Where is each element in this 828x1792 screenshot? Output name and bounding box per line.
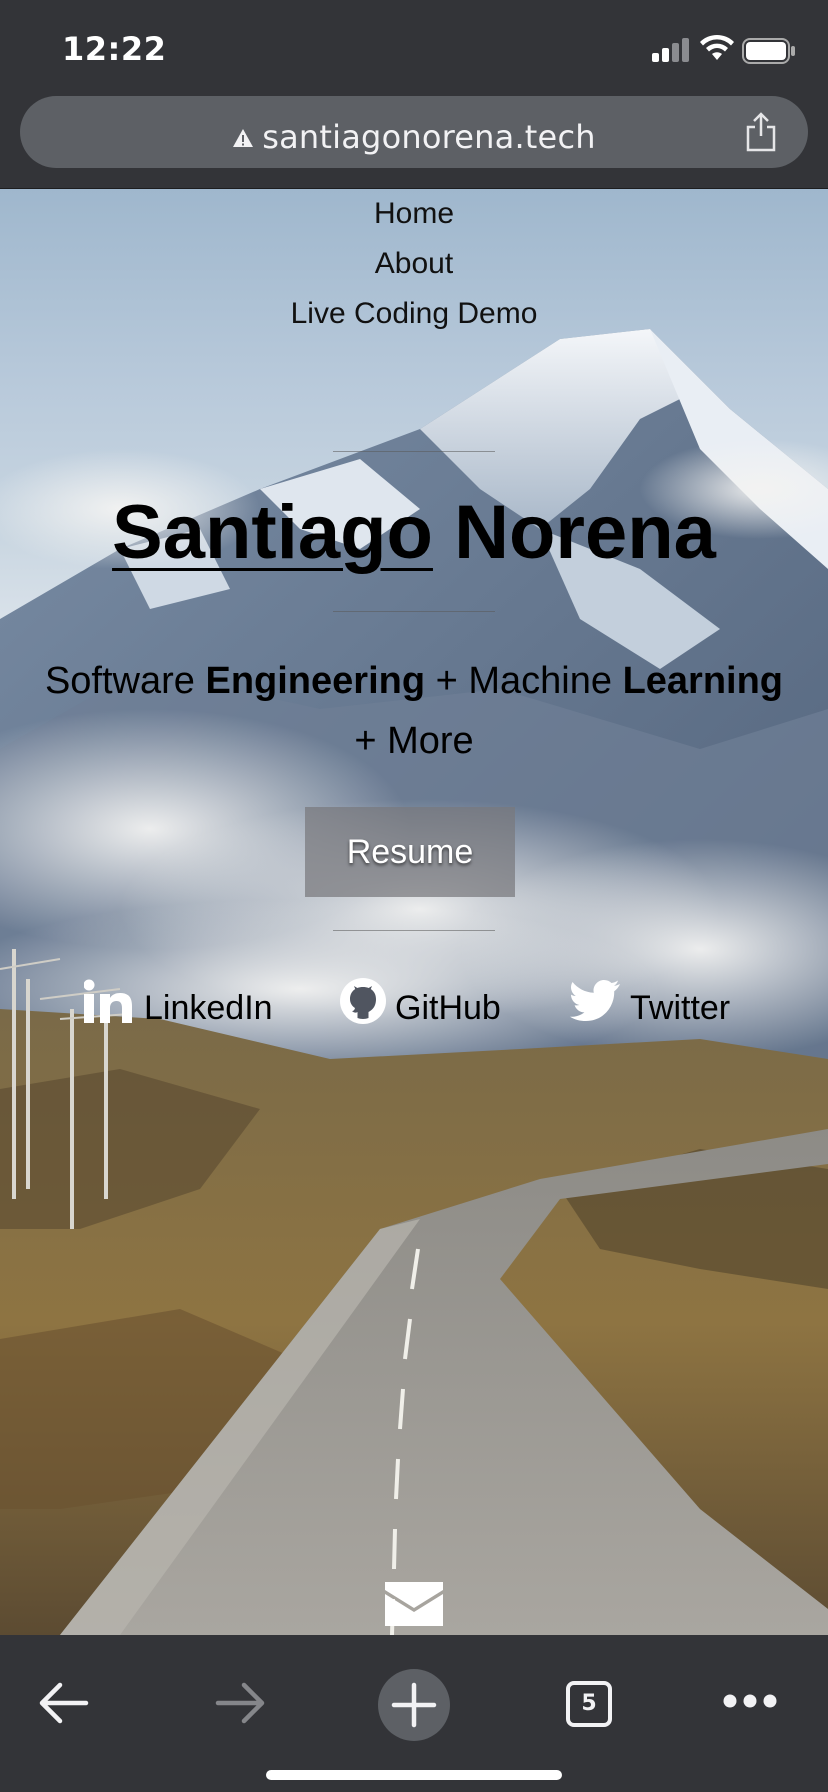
tagline-text: + Machine xyxy=(425,660,623,702)
github-label: GitHub xyxy=(395,989,501,1027)
browser-toolbar: 5 xyxy=(0,1635,828,1792)
divider xyxy=(333,451,495,452)
resume-button[interactable]: Resume xyxy=(305,807,515,897)
linkedin-icon xyxy=(84,979,132,1023)
back-arrow-icon[interactable] xyxy=(38,1681,90,1725)
status-time: 12:22 xyxy=(62,30,167,68)
divider xyxy=(333,930,495,931)
page-title: Santiago Norena xyxy=(0,489,828,576)
wifi-icon xyxy=(700,34,734,60)
battery-icon xyxy=(742,38,795,64)
forward-arrow-icon[interactable] xyxy=(214,1681,266,1725)
twitter-icon xyxy=(570,980,620,1021)
url-text: santiagonorena.tech xyxy=(262,118,596,156)
status-bar: 12:22 xyxy=(0,0,828,96)
tagline-text: + More xyxy=(354,720,474,762)
more-menu-icon[interactable] xyxy=(722,1693,778,1709)
not-secure-warning-icon xyxy=(233,129,254,147)
nav-home-link[interactable]: Home xyxy=(0,197,828,231)
tagline: Software Engineering + Machine Learning … xyxy=(10,651,818,771)
address-text-wrap: santiagonorena.tech xyxy=(20,118,808,156)
twitter-label: Twitter xyxy=(630,989,731,1027)
browser-address-area: santiagonorena.tech xyxy=(0,88,828,189)
web-page: Home About Live Coding Demo Santiago Nor… xyxy=(0,189,828,1635)
tab-switcher-button[interactable]: 5 xyxy=(566,1681,612,1727)
address-bar[interactable]: santiagonorena.tech xyxy=(20,96,808,168)
linkedin-link[interactable]: LinkedIn xyxy=(84,977,284,1037)
divider xyxy=(333,611,495,612)
home-indicator xyxy=(266,1770,562,1780)
title-first-name-link[interactable]: Santiago xyxy=(112,490,433,575)
twitter-link[interactable]: Twitter xyxy=(570,977,770,1037)
cellular-signal-icon xyxy=(652,38,690,62)
github-icon xyxy=(340,978,386,1024)
title-last-name: Norena xyxy=(454,490,716,575)
github-link[interactable]: GitHub xyxy=(339,977,519,1037)
tagline-text: Software xyxy=(44,660,206,702)
tagline-bold: Learning xyxy=(622,660,784,702)
mail-icon[interactable] xyxy=(385,1582,443,1626)
linkedin-label: LinkedIn xyxy=(144,989,273,1027)
nav-about-link[interactable]: About xyxy=(0,247,828,281)
new-tab-plus-icon[interactable] xyxy=(378,1669,450,1741)
mountain-road-background-image xyxy=(0,329,828,1635)
nav-live-coding-demo-link[interactable]: Live Coding Demo xyxy=(0,297,828,331)
tagline-bold: Engineering xyxy=(205,660,426,702)
share-icon[interactable] xyxy=(744,112,778,152)
